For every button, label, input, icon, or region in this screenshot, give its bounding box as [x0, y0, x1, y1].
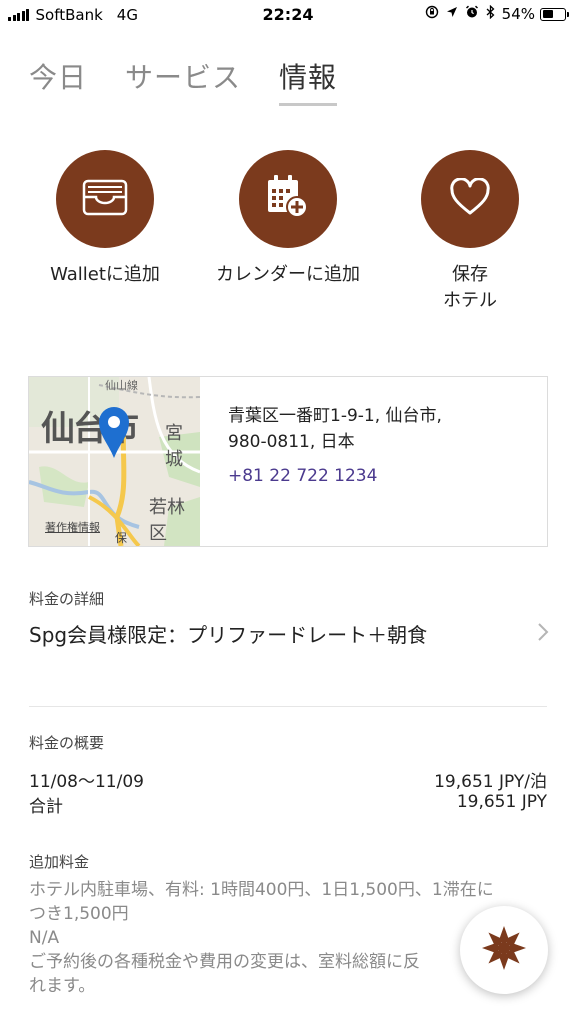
address-line1: 青葉区一番町1-9-1, 仙台市, [228, 406, 442, 426]
map-thumbnail[interactable]: 仙台市 宮城 若林区 仙山線 保 著作権情報 [29, 377, 200, 546]
tab-bar: 今日 サービス 情報 [29, 56, 375, 106]
alarm-icon [465, 5, 479, 23]
add-to-calendar-button[interactable]: カレンダーに追加 [193, 150, 383, 288]
map-label-road: 保 [115, 531, 128, 545]
rate-total: 19,651 JPY [456, 792, 547, 812]
rate-details-label: 料金の詳細 [29, 590, 105, 608]
orientation-lock-icon [425, 5, 439, 23]
tab-services[interactable]: サービス [125, 56, 241, 106]
battery-icon [540, 7, 569, 21]
calendar-button-circle[interactable] [239, 150, 337, 248]
rate-summary-label: 料金の概要 [29, 734, 105, 752]
map-label-senzan-line: 仙山線 [105, 379, 138, 392]
address-line2: 980-0811, 日本 [228, 432, 355, 452]
address-text: 青葉区一番町1-9-1, 仙台市, 980-0811, 日本 [228, 403, 442, 455]
wallet-button-circle[interactable] [56, 150, 154, 248]
map-credit-link[interactable]: 著作権情報 [45, 519, 100, 535]
rate-dates-row: 11/08〜11/09 19,651 JPY/泊 [29, 767, 547, 792]
brand-menu-button[interactable] [460, 906, 548, 994]
starburst-logo-icon [479, 923, 529, 977]
rate-dates: 11/08〜11/09 [29, 772, 144, 792]
map-pin-icon [97, 405, 131, 463]
save-hotel-label: 保存 ホテル [375, 262, 565, 314]
save-button-circle[interactable] [421, 150, 519, 248]
save-hotel-button[interactable]: 保存 ホテル [375, 150, 565, 314]
heart-icon [449, 177, 491, 220]
status-bar: SoftBank 4G 22:24 54% [0, 0, 576, 32]
rate-details-value[interactable]: Spg会員様限定：プリファードレート＋朝食 [29, 619, 427, 648]
wallet-icon [82, 177, 128, 221]
bluetooth-icon [486, 4, 495, 23]
rate-total-row: 合計 19,651 JPY [29, 792, 547, 817]
map-label-wakabayashi: 若林区 [149, 497, 185, 544]
tab-today[interactable]: 今日 [29, 56, 87, 106]
location-icon [446, 6, 458, 22]
extra-charges-line1: ホテル内駐車場、有料: 1時間400円、1日1,500円、1滞在に [29, 880, 494, 900]
battery-percent: 54% [501, 5, 535, 23]
save-label-line2: ホテル [443, 290, 497, 311]
extra-charges-label: 追加料金 [29, 853, 90, 871]
chevron-right-icon[interactable] [536, 622, 550, 642]
rate-total-label: 合計 [29, 797, 63, 817]
divider [29, 706, 547, 707]
calendar-add-icon [266, 174, 310, 224]
tab-info[interactable]: 情報 [279, 56, 338, 106]
add-to-wallet-button[interactable]: Walletに追加 [10, 150, 200, 288]
rate-nightly: 19,651 JPY/泊 [434, 772, 547, 792]
save-label-line1: 保存 [452, 264, 488, 285]
map-label-miyagi: 宮城 [165, 423, 183, 470]
address-card[interactable]: 仙台市 宮城 若林区 仙山線 保 著作権情報 青葉区一番町1-9-1, 仙台市,… [28, 376, 548, 547]
add-to-calendar-label: カレンダーに追加 [216, 264, 360, 285]
add-to-wallet-label: Walletに追加 [50, 264, 160, 285]
phone-link[interactable]: +81 22 722 1234 [228, 466, 377, 486]
